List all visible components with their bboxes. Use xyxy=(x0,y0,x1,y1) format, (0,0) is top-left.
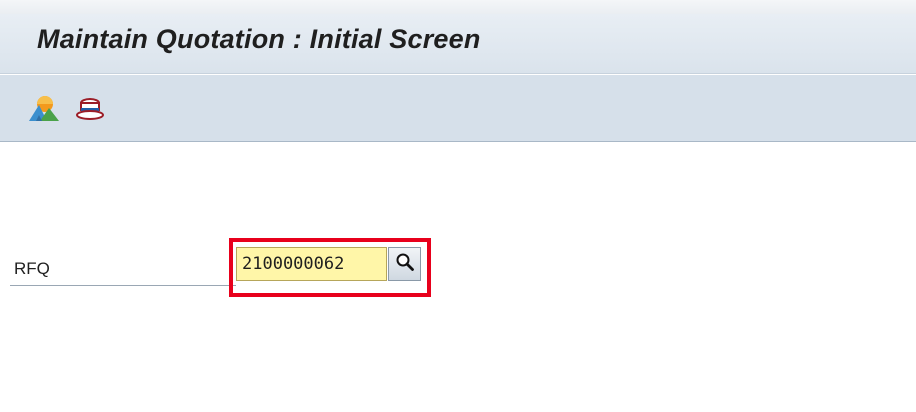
other-document-icon[interactable] xyxy=(28,92,60,124)
search-help-button[interactable] xyxy=(388,247,421,281)
title-bar: Maintain Quotation : Initial Screen xyxy=(0,14,916,74)
hold-data-icon[interactable] xyxy=(74,92,106,124)
search-icon xyxy=(395,252,415,277)
application-toolbar xyxy=(0,75,916,142)
selection-area: RFQ xyxy=(0,143,916,412)
label-underline xyxy=(10,285,236,286)
rfq-label: RFQ xyxy=(14,259,50,278)
rfq-input[interactable] xyxy=(236,247,387,281)
window-top-strip xyxy=(0,0,916,14)
page-title: Maintain Quotation : Initial Screen xyxy=(37,24,481,54)
sap-window: Maintain Quotation : Initial Screen RFQ … xyxy=(0,0,916,412)
